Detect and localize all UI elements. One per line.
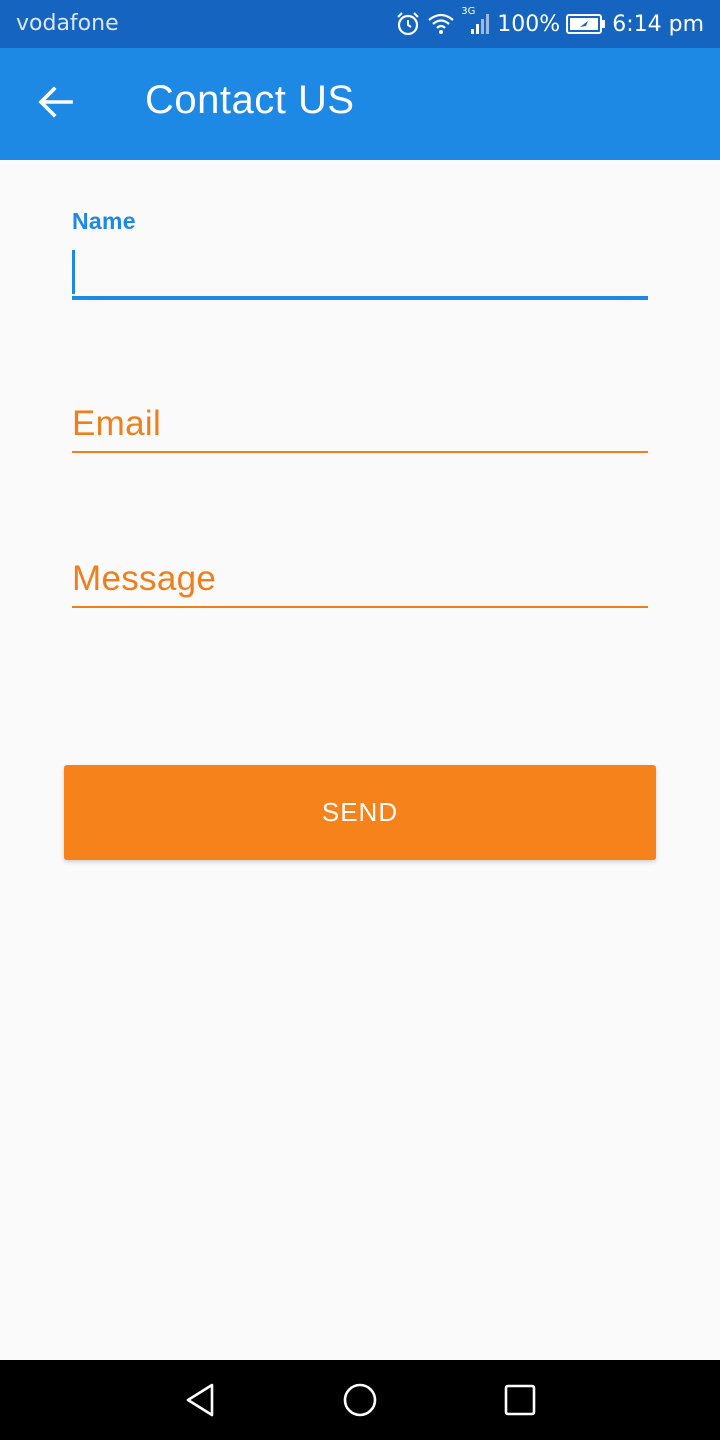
page-title: Contact US <box>145 78 355 122</box>
message-underline <box>72 606 648 608</box>
email-underline <box>72 451 648 453</box>
wifi-icon <box>427 12 455 36</box>
name-input[interactable] <box>80 250 640 294</box>
text-cursor <box>72 250 75 294</box>
network-type: 3G <box>461 6 476 17</box>
recents-square-icon[interactable] <box>500 1380 540 1420</box>
signal-icon: 3G <box>461 6 491 36</box>
app-bar: Contact US <box>0 48 720 160</box>
name-label: Name <box>72 208 136 234</box>
message-field[interactable]: Message <box>72 559 648 611</box>
arrow-back-icon <box>38 85 74 123</box>
status-bar: vodafone 3G 100% 6:14 pm <box>0 0 720 48</box>
email-field[interactable]: Email <box>72 404 648 456</box>
status-icons: 3G 100% 6:14 pm <box>395 6 704 38</box>
name-underline <box>72 296 648 300</box>
back-triangle-icon[interactable] <box>180 1380 220 1420</box>
clock-time: 6:14 pm <box>612 11 704 37</box>
back-button[interactable] <box>20 68 92 140</box>
alarm-icon <box>395 11 421 37</box>
name-field[interactable]: Name <box>72 208 648 302</box>
email-label: Email <box>72 404 162 443</box>
battery-percent: 100% <box>497 11 561 37</box>
navigation-bar <box>0 1360 720 1440</box>
message-label: Message <box>72 559 217 598</box>
battery-icon <box>566 13 606 35</box>
carrier-name: vodafone <box>16 11 119 36</box>
send-button[interactable]: SEND <box>64 765 656 860</box>
home-circle-icon[interactable] <box>340 1380 380 1420</box>
